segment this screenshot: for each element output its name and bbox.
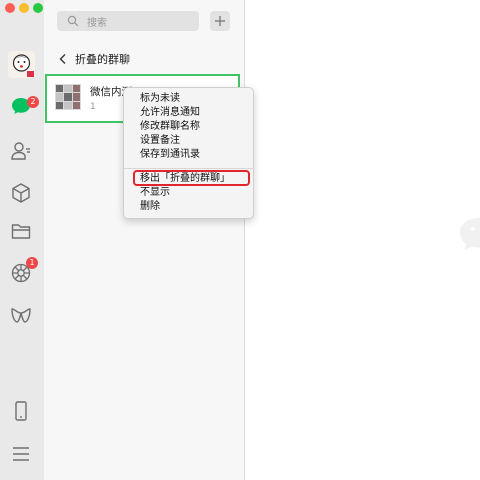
menu-item-save-to-contacts[interactable]: 保存到通讯录	[140, 149, 200, 161]
minimize-window-button[interactable]	[19, 3, 29, 13]
group-avatar	[55, 84, 81, 110]
user-avatar[interactable]	[8, 51, 35, 78]
menu-item-delete[interactable]: 删除	[140, 201, 160, 213]
phone-device-icon[interactable]	[10, 400, 32, 422]
menu-item-hide[interactable]: 不显示	[140, 187, 170, 199]
plus-icon	[215, 16, 225, 26]
chats-unread-badge: 2	[27, 96, 39, 108]
context-menu: 标为未读 允许消息通知 修改群聊名称 设置备注 保存到通讯录 移出「折叠的群聊」…	[123, 87, 254, 219]
chat-preview: 1	[90, 102, 96, 112]
moments-unread-badge: 1	[26, 257, 38, 269]
menu-icon[interactable]	[10, 443, 32, 465]
favorites-icon[interactable]	[10, 182, 32, 204]
files-folder-icon[interactable]	[10, 220, 32, 242]
close-window-button[interactable]	[5, 3, 15, 13]
menu-item-mark-unread[interactable]: 标为未读	[140, 93, 180, 105]
add-button[interactable]	[210, 11, 230, 31]
folded-chats-title: 折叠的群聊	[75, 53, 130, 66]
menu-item-rename-group[interactable]: 修改群聊名称	[140, 121, 200, 133]
contacts-icon[interactable]	[10, 140, 32, 162]
chevron-left-icon[interactable]	[58, 53, 68, 65]
menu-item-set-remark[interactable]: 设置备注	[140, 135, 180, 147]
menu-divider	[124, 168, 253, 169]
menu-item-move-out-folded[interactable]: 移出「折叠的群聊」	[140, 173, 230, 185]
menu-item-allow-notifications[interactable]: 允许消息通知	[140, 107, 200, 119]
folded-chats-header[interactable]: 折叠的群聊	[44, 46, 244, 72]
search-placeholder: 搜索	[87, 18, 107, 29]
wechat-logo-icon	[460, 218, 480, 250]
search-icon	[67, 15, 79, 27]
sidebar: 2 1	[0, 0, 44, 480]
zoom-window-button[interactable]	[33, 3, 43, 13]
channels-icon[interactable]	[10, 304, 32, 326]
chat-list-panel: 搜索 折叠的群聊 微信内测 1	[44, 0, 245, 480]
search-box[interactable]: 搜索	[57, 11, 199, 31]
